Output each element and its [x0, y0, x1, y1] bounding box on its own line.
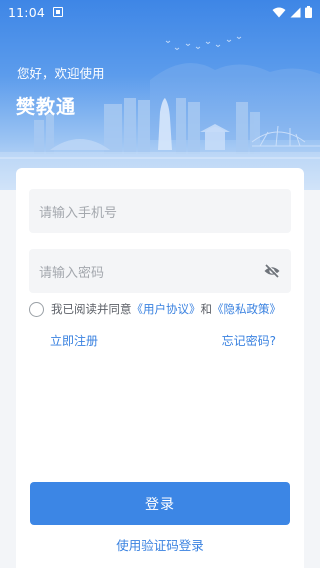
password-placeholder: 请输入密码 — [39, 265, 105, 281]
greeting-text: 您好，欢迎使用 — [17, 66, 105, 81]
password-input[interactable]: 请输入密码 — [29, 249, 291, 293]
register-link[interactable]: 立即注册 — [50, 332, 98, 349]
wifi-icon — [272, 7, 286, 17]
forgot-password-link[interactable]: 忘记密码? — [222, 332, 276, 349]
sms-login-link[interactable]: 使用验证码登录 — [16, 535, 304, 554]
login-card: 请输入手机号 请输入密码 我已阅读并同意 《用户协议》 和 《隐私政策》 立即注… — [16, 168, 304, 568]
status-icons — [272, 6, 312, 18]
privacy-policy-link[interactable]: 《隐私政策》 — [212, 301, 281, 317]
agreement-row: 我已阅读并同意 《用户协议》 和 《隐私政策》 — [29, 301, 281, 317]
status-time: 11:04 — [8, 4, 46, 20]
signal-icon — [290, 7, 301, 17]
hero-banner: 11:04 您好，欢迎使用 樊教通 — [0, 0, 320, 190]
agreement-prefix: 我已阅读并同意 — [51, 302, 132, 316]
app-title: 樊教通 — [16, 96, 77, 118]
user-agreement-link[interactable]: 《用户协议》 — [132, 301, 201, 317]
agreement-checkbox[interactable] — [29, 301, 44, 317]
phone-placeholder: 请输入手机号 — [39, 205, 118, 221]
status-bar: 11:04 — [0, 0, 320, 24]
notification-icon — [53, 7, 64, 17]
battery-icon — [305, 6, 312, 18]
phone-input[interactable]: 请输入手机号 — [29, 189, 291, 233]
agreement-and: 和 — [200, 302, 213, 316]
eye-off-icon[interactable] — [263, 263, 281, 279]
login-button[interactable]: 登录 — [30, 482, 290, 525]
